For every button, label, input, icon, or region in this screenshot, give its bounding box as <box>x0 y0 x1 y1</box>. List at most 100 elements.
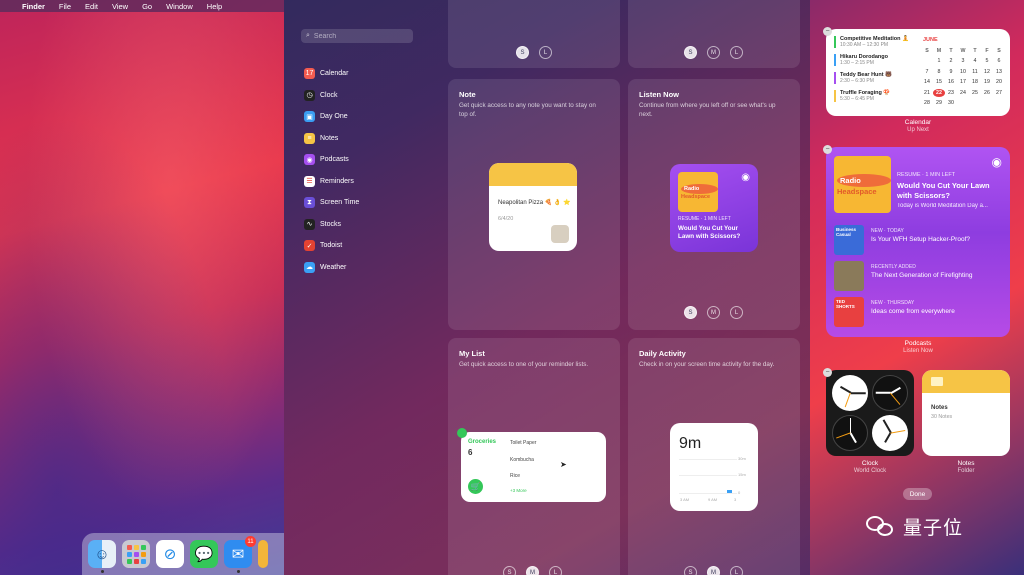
calendar-event[interactable]: Teddy Bear Hunt 🐻 2:30 – 6:30 PM <box>834 72 892 84</box>
calendar-day[interactable]: 25 <box>969 89 981 97</box>
safari-icon[interactable]: ⊘ <box>156 540 184 568</box>
remove-widget-icon[interactable]: − <box>823 368 832 377</box>
sidebar-item-podcasts[interactable]: ◉ Podcasts <box>304 149 359 171</box>
podcast-episode-row[interactable]: RECENTLY ADDED The Next Generation of Fir… <box>834 261 973 291</box>
usage-bar <box>727 490 732 493</box>
size-small-button[interactable]: S <box>684 566 697 575</box>
calendar-day[interactable]: 19 <box>981 78 993 86</box>
menu-file[interactable]: File <box>59 2 71 11</box>
size-small-button[interactable]: S <box>503 566 516 575</box>
calendar-day[interactable]: 7 <box>921 68 933 76</box>
sidebar-item-weather[interactable]: ☁ Weather <box>304 257 359 279</box>
sidebar-item-screen-time[interactable]: ⧗ Screen Time <box>304 192 359 214</box>
sidebar-item-reminders[interactable]: ☰ Reminders <box>304 171 359 193</box>
calendar-day[interactable]: 23 <box>945 89 957 97</box>
sidebar-item-day-one[interactable]: ▣ Day One <box>304 106 359 128</box>
calendar-day[interactable]: 12 <box>981 68 993 76</box>
note-widget-preview[interactable]: Neapolitan Pizza 🍕 👌 ⭐ 6/4/20 <box>489 163 577 251</box>
calendar-day[interactable]: 11 <box>969 68 981 76</box>
launchpad-icon[interactable] <box>122 540 150 568</box>
finder-icon[interactable]: ☺ <box>88 540 116 573</box>
panel-top-left[interactable]: S L <box>448 0 620 68</box>
axis-label: 0 <box>738 490 741 495</box>
menu-edit[interactable]: Edit <box>85 2 98 11</box>
size-large-button[interactable]: L <box>730 566 743 575</box>
size-medium-button[interactable]: M <box>526 566 539 575</box>
widget-search[interactable]: ⌕ <box>301 29 413 43</box>
size-large-button[interactable]: L <box>539 46 552 59</box>
menu-view[interactable]: View <box>112 2 128 11</box>
size-large-button[interactable]: L <box>730 306 743 319</box>
calendar-day[interactable]: 24 <box>957 89 969 97</box>
reminders-widget-preview[interactable]: Groceries 6 🛒 Toilet Paper Kombucha Rice… <box>457 428 606 502</box>
podcasts-icon: ◉ <box>304 154 315 166</box>
calendar-day[interactable]: 5 <box>981 57 993 65</box>
calendar-day[interactable]: 4 <box>969 57 981 65</box>
calendar-day[interactable]: 17 <box>957 78 969 86</box>
calendar-event[interactable]: Hikaru Dorodango 1:30 – 2:15 PM <box>834 54 888 66</box>
sidebar-item-notes[interactable]: ≡ Notes <box>304 128 359 150</box>
calendar-day[interactable]: 15 <box>933 78 945 86</box>
calendar-day[interactable]: 9 <box>945 68 957 76</box>
calendar-day[interactable]: 26 <box>981 89 993 97</box>
calendar-day[interactable]: 13 <box>993 68 1005 76</box>
calendar-day[interactable]: 20 <box>993 78 1005 86</box>
calendar-day[interactable]: 1 <box>933 57 945 65</box>
podcasts-widget[interactable]: Radio Headspace ◉ RESUME · 1 MIN LEFT Wo… <box>826 147 1010 337</box>
add-widget-icon[interactable] <box>457 428 467 438</box>
screen-time-widget-preview[interactable]: 9m 30m 15m 0 3 AM 9 AM 3 <box>670 423 758 511</box>
podcast-episode-row[interactable]: TED SHORTS NEW · THURSDAY Ideas come from … <box>834 297 955 327</box>
podcast-widget-preview[interactable]: Radio Headspace ◉ RESUME · 1 MIN LEFT Wo… <box>670 164 758 252</box>
menu-help[interactable]: Help <box>207 2 222 11</box>
size-medium-button[interactable]: M <box>707 306 720 319</box>
mail-icon[interactable]: ✉ 11 <box>224 536 256 573</box>
size-large-button[interactable]: L <box>549 566 562 575</box>
menu-window[interactable]: Window <box>166 2 193 11</box>
calendar-day[interactable]: 28 <box>921 99 933 107</box>
size-medium-button[interactable]: M <box>707 46 720 59</box>
notes-widget[interactable]: Notes 30 Notes <box>922 370 1010 456</box>
done-button[interactable]: Done <box>903 488 932 500</box>
axis-label: 15m <box>738 472 746 477</box>
calendar-day[interactable]: 6 <box>993 57 1005 65</box>
note-header-bar <box>489 163 577 186</box>
calendar-day[interactable]: 18 <box>969 78 981 86</box>
panel-top-right[interactable]: S M L <box>628 0 800 68</box>
clock-widget[interactable] <box>826 370 914 456</box>
size-medium-button[interactable]: M <box>707 566 720 575</box>
size-small-button[interactable]: S <box>516 46 529 59</box>
calendar-widget[interactable]: Competitive Meditation 🧘 10:30 AM – 12:30… <box>826 29 1010 116</box>
size-large-button[interactable]: L <box>730 46 743 59</box>
calendar-day[interactable]: 29 <box>933 99 945 107</box>
dock-overflow-icon[interactable] <box>258 540 268 568</box>
messages-icon[interactable]: 💬 <box>190 540 218 568</box>
calendar-day[interactable]: 14 <box>921 78 933 86</box>
calendar-day[interactable]: 8 <box>933 68 945 76</box>
calendar-day[interactable]: 22 <box>933 88 945 97</box>
size-picker: S M L <box>503 566 562 575</box>
calendar-event[interactable]: Competitive Meditation 🧘 10:30 AM – 12:30… <box>834 36 909 48</box>
podcast-episode-row[interactable]: Business Casual NEW · TODAY Is Your WFH Se… <box>834 225 970 255</box>
calendar-day[interactable]: 3 <box>957 57 969 65</box>
sidebar-item-clock[interactable]: ◷ Clock <box>304 85 359 107</box>
calendar-day[interactable]: 21 <box>921 89 933 97</box>
panel-description: Continue from where you left off or see … <box>639 102 776 118</box>
calendar-day[interactable]: 2 <box>945 57 957 65</box>
sidebar-item-stocks[interactable]: ∿ Stocks <box>304 214 359 236</box>
size-small-button[interactable]: S <box>684 306 697 319</box>
menu-app-name[interactable]: Finder <box>22 2 45 11</box>
sidebar-item-calendar[interactable]: 17 Calendar <box>304 63 359 85</box>
search-icon: ⌕ <box>306 32 310 39</box>
remove-widget-icon[interactable]: − <box>823 145 832 154</box>
search-input[interactable] <box>313 32 404 40</box>
calendar-day[interactable]: 16 <box>945 78 957 86</box>
calendar-day[interactable]: 10 <box>957 68 969 76</box>
calendar-day[interactable]: 30 <box>945 99 957 107</box>
widget-subcaption: Folder <box>957 468 975 474</box>
sidebar-item-todoist[interactable]: ✓ Todoist <box>304 235 359 257</box>
remove-widget-icon[interactable]: − <box>823 27 832 36</box>
size-small-button[interactable]: S <box>684 46 697 59</box>
calendar-day[interactable]: 27 <box>993 89 1005 97</box>
menu-go[interactable]: Go <box>142 2 152 11</box>
calendar-event[interactable]: Truffle Foraging 🍄 5:30 – 6:45 PM <box>834 90 890 102</box>
